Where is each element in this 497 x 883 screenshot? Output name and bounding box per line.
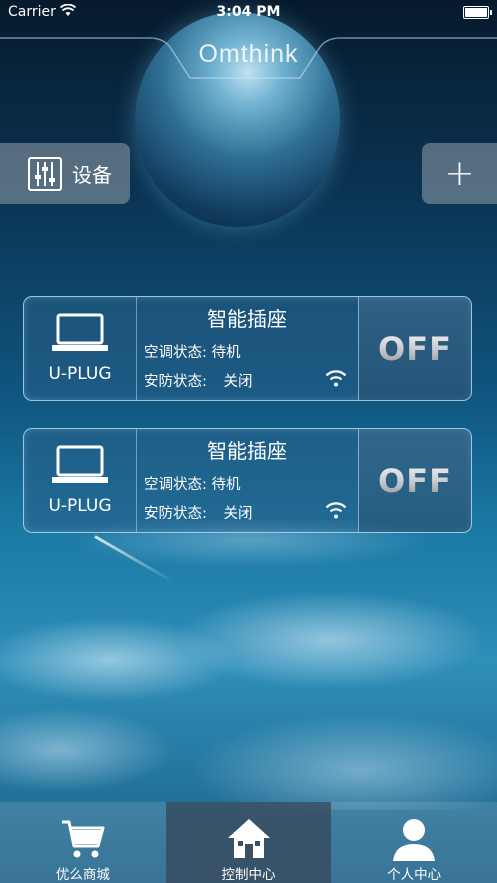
ac-status-row: 空调状态: 待机 — [144, 473, 241, 494]
tab-shop[interactable]: 优么商城 — [0, 802, 166, 883]
brand-logo: Omthink — [198, 40, 299, 68]
clouds-background — [0, 520, 497, 810]
device-info-panel: 智能插座 空调状态: 待机 安防状态: 关闭 — [136, 429, 358, 532]
device-type-panel: U-PLUG — [24, 429, 137, 532]
device-info-panel: 智能插座 空调状态: 待机 安防状态: 关闭 — [136, 297, 358, 400]
security-status-row: 安防状态: 关闭 — [144, 370, 253, 391]
devices-label: 设备 — [72, 163, 112, 187]
wifi-icon — [325, 370, 347, 387]
cart-icon — [61, 820, 105, 858]
security-status-row: 安防状态: 关闭 — [144, 502, 253, 523]
laptop-icon — [52, 445, 108, 483]
power-toggle-button[interactable]: OFF — [358, 429, 471, 532]
power-state-label: OFF — [378, 329, 452, 368]
ac-status-label: 空调状态: — [144, 477, 207, 493]
tab-bar: 优么商城 控制中心 个人中心 — [0, 802, 497, 883]
tab-profile-label: 个人中心 — [387, 867, 442, 883]
security-status-label: 安防状态: — [144, 374, 207, 390]
device-card[interactable]: U-PLUG 智能插座 空调状态: 待机 安防状态: 关闭 OFF — [23, 296, 472, 401]
tab-shop-label: 优么商城 — [55, 867, 110, 883]
device-type-label: U-PLUG — [48, 364, 112, 384]
person-icon — [393, 819, 436, 861]
device-card[interactable]: U-PLUG 智能插座 空调状态: 待机 安防状态: 关闭 OFF — [23, 428, 472, 533]
tab-profile[interactable]: 个人中心 — [331, 802, 497, 883]
ac-status-label: 空调状态: — [144, 345, 207, 361]
wifi-icon — [325, 502, 347, 519]
power-state-label: OFF — [378, 461, 452, 500]
tab-control-center-label: 控制中心 — [221, 867, 276, 883]
home-icon — [227, 819, 270, 858]
tab-control-center[interactable]: 控制中心 — [165, 802, 332, 883]
power-toggle-button[interactable]: OFF — [358, 297, 471, 400]
device-title: 智能插座 — [207, 307, 287, 331]
security-status-value: 关闭 — [223, 374, 253, 390]
security-status-label: 安防状态: — [144, 506, 207, 522]
add-device-button[interactable]: + — [422, 143, 497, 204]
device-type-label: U-PLUG — [48, 496, 112, 516]
devices-tab[interactable]: 设备 — [0, 143, 130, 204]
ac-status-row: 空调状态: 待机 — [144, 341, 241, 362]
device-title: 智能插座 — [207, 439, 287, 463]
security-status-value: 关闭 — [223, 506, 253, 522]
ac-status-value: 待机 — [211, 345, 241, 361]
equalizer-icon — [28, 156, 62, 191]
ac-status-value: 待机 — [211, 477, 241, 493]
laptop-icon — [52, 313, 108, 351]
device-type-panel: U-PLUG — [24, 297, 137, 400]
